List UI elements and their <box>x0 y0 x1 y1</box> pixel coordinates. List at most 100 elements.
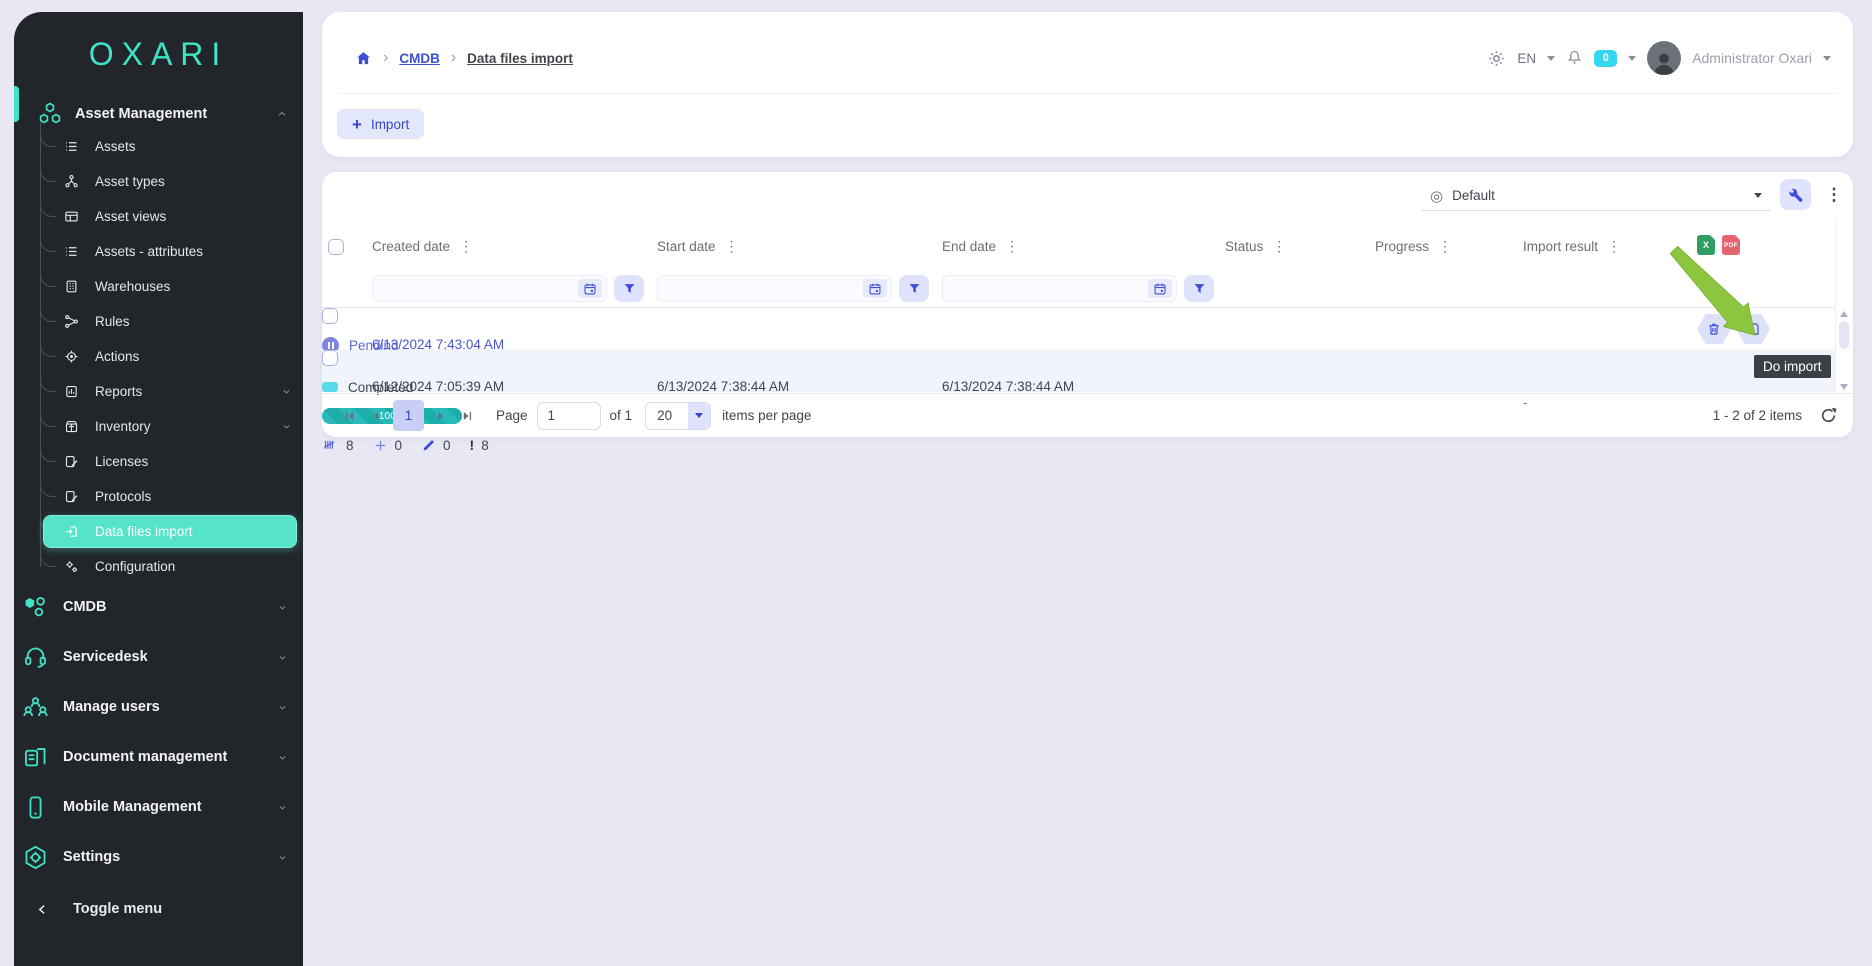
calendar-icon[interactable] <box>863 279 887 298</box>
column-menu-icon[interactable]: ⋮ <box>1272 238 1286 255</box>
added-count: 0 <box>395 438 403 453</box>
import-button[interactable]: + Import <box>337 109 424 139</box>
refresh-icon[interactable] <box>1819 406 1838 425</box>
column-header-import-result[interactable]: Import result ⋮ <box>1523 238 1621 255</box>
column-menu-icon[interactable]: ⋮ <box>1438 238 1452 255</box>
building-icon <box>64 279 79 294</box>
sidebar-item-cmdb[interactable]: CMDB <box>14 582 303 632</box>
share-nodes-icon <box>64 314 79 329</box>
breadcrumb-cmdb-link[interactable]: CMDB <box>399 51 440 66</box>
pagination-bar: 1 Page of 1 20 items per page 1 - 2 of 2… <box>322 393 1853 437</box>
sidebar-item-rules[interactable]: Rules <box>14 304 303 339</box>
start-date-filter-button[interactable] <box>899 275 929 302</box>
created-date-filter-button[interactable] <box>614 275 644 302</box>
sidebar-item-inventory[interactable]: Inventory <box>14 409 303 444</box>
chevron-down-icon[interactable] <box>1547 56 1555 61</box>
bell-icon[interactable] <box>1566 49 1583 67</box>
do-import-tooltip: Do import <box>1754 355 1831 378</box>
table-icon <box>64 209 79 224</box>
do-import-button[interactable] <box>1736 314 1770 344</box>
column-header-start-date[interactable]: Start date ⋮ <box>657 238 739 255</box>
row-checkbox[interactable] <box>322 350 338 366</box>
column-label: Created date <box>372 239 450 254</box>
sidebar-item-data-files-import[interactable]: Data files import <box>14 514 303 549</box>
table-row[interactable]: 6/13/2024 7:43:04 AM Pending 0% - <box>322 308 1835 350</box>
view-selector[interactable]: ◎ Default <box>1422 181 1770 211</box>
calendar-icon[interactable] <box>578 279 602 298</box>
export-excel-button[interactable]: X <box>1697 235 1715 255</box>
sidebar-item-protocols[interactable]: Protocols <box>14 479 303 514</box>
breadcrumb-current: Data files import <box>467 51 573 66</box>
sidebar-section-label: Manage users <box>63 699 160 715</box>
chevron-down-icon <box>688 403 710 429</box>
chevron-down-icon[interactable] <box>1823 56 1831 61</box>
oxari-logo: OXARI <box>14 12 303 73</box>
column-header-end-date[interactable]: End date ⋮ <box>942 238 1019 255</box>
column-menu-icon[interactable]: ⋮ <box>1607 238 1621 255</box>
toggle-menu-button[interactable]: Toggle menu <box>14 887 303 931</box>
sidebar-item-asset-management[interactable]: Asset Management <box>14 99 303 129</box>
home-icon[interactable] <box>355 50 372 67</box>
settings-gear-icon[interactable] <box>1487 49 1506 68</box>
user-menu[interactable]: Administrator Oxari <box>1692 50 1812 66</box>
sidebar-item-settings[interactable]: Settings <box>14 832 303 882</box>
page-number-button[interactable]: 1 <box>393 400 424 431</box>
last-page-button[interactable] <box>454 403 480 429</box>
view-eye-icon: ◎ <box>1430 187 1443 205</box>
chevron-left-icon <box>36 903 49 916</box>
end-date-filter-button[interactable] <box>1184 275 1214 302</box>
scroll-down-icon[interactable] <box>1840 384 1848 390</box>
chevron-down-icon <box>278 803 287 812</box>
table-row[interactable]: 6/12/2024 7:05:39 AM 6/13/2024 7:38:44 A… <box>322 350 1835 392</box>
sidebar-item-configuration[interactable]: Configuration <box>14 549 303 584</box>
column-header-created-date[interactable]: Created date ⋮ <box>372 238 473 255</box>
sidebar-item-assets-attributes[interactable]: Assets - attributes <box>14 234 303 269</box>
row-checkbox[interactable] <box>322 308 338 324</box>
next-page-button[interactable] <box>428 403 454 429</box>
column-menu-icon[interactable]: ⋮ <box>459 238 473 255</box>
select-all-checkbox[interactable] <box>328 239 344 255</box>
first-page-button[interactable] <box>337 403 363 429</box>
sidebar-item-label: Licenses <box>95 454 148 469</box>
avatar[interactable] <box>1647 41 1681 75</box>
delete-button[interactable] <box>1697 314 1731 344</box>
column-label: Progress <box>1375 239 1429 254</box>
notification-badge[interactable]: 0 <box>1594 50 1617 67</box>
sidebar-item-label: Actions <box>95 349 139 364</box>
sidebar: OXARI Asset Management Assets Asset type… <box>14 12 303 966</box>
sidebar-item-warehouses[interactable]: Warehouses <box>14 269 303 304</box>
column-header-status[interactable]: Status ⋮ <box>1225 238 1286 255</box>
sidebar-sections: CMDB Servicedesk Manage users Document m… <box>14 582 303 882</box>
export-pdf-button[interactable]: PDF <box>1722 235 1740 255</box>
sidebar-item-reports[interactable]: Reports <box>14 374 303 409</box>
page-size-select[interactable]: 20 <box>645 402 711 430</box>
sidebar-item-mobile-management[interactable]: Mobile Management <box>14 782 303 832</box>
column-header-progress[interactable]: Progress ⋮ <box>1375 238 1452 255</box>
scroll-up-icon[interactable] <box>1840 311 1848 317</box>
grid-menu-button[interactable]: ⋮ <box>1821 179 1847 210</box>
sidebar-item-document-management[interactable]: Document management <box>14 732 303 782</box>
sidebar-item-servicedesk[interactable]: Servicedesk <box>14 632 303 682</box>
sidebar-item-actions[interactable]: Actions <box>14 339 303 374</box>
sidebar-item-asset-views[interactable]: Asset views <box>14 199 303 234</box>
view-settings-button[interactable] <box>1780 179 1811 210</box>
column-menu-icon[interactable]: ⋮ <box>1005 238 1019 255</box>
created-date-filter-input[interactable] <box>372 275 607 302</box>
grid-scrollbar[interactable] <box>1836 308 1853 393</box>
previous-page-button[interactable] <box>363 403 389 429</box>
page-number-input[interactable] <box>537 402 601 430</box>
sidebar-item-asset-types[interactable]: Asset types <box>14 164 303 199</box>
calendar-icon[interactable] <box>1148 279 1172 298</box>
start-date-filter-input[interactable] <box>657 275 892 302</box>
sidebar-item-licenses[interactable]: Licenses <box>14 444 303 479</box>
language-selector[interactable]: EN <box>1517 51 1536 66</box>
sidebar-item-assets[interactable]: Assets <box>14 129 303 164</box>
document-edit-icon <box>64 454 79 469</box>
end-date-filter-input[interactable] <box>942 275 1177 302</box>
scrollbar-thumb[interactable] <box>1839 321 1849 349</box>
headset-icon <box>22 644 49 671</box>
chevron-down-icon[interactable] <box>1628 56 1636 61</box>
sidebar-item-manage-users[interactable]: Manage users <box>14 682 303 732</box>
column-menu-icon[interactable]: ⋮ <box>725 238 739 255</box>
column-label: Import result <box>1523 239 1598 254</box>
